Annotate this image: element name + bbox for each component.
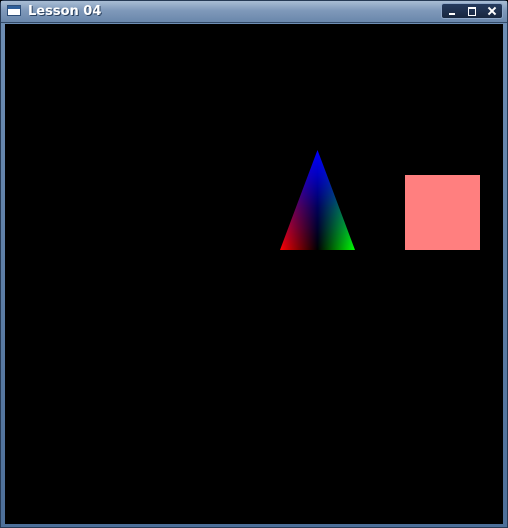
application-window: Lesson 04 — [0, 0, 508, 528]
title-bar[interactable]: Lesson 04 — [1, 1, 507, 23]
color-gradient-triangle — [280, 150, 355, 250]
opengl-canvas[interactable] — [5, 24, 503, 524]
minimize-icon[interactable] — [442, 4, 462, 18]
maximize-icon[interactable] — [462, 4, 482, 18]
pink-square — [405, 175, 480, 250]
close-icon[interactable] — [482, 4, 502, 18]
window-title: Lesson 04 — [28, 4, 102, 19]
window-icon[interactable] — [7, 5, 21, 16]
window-controls — [441, 3, 503, 19]
